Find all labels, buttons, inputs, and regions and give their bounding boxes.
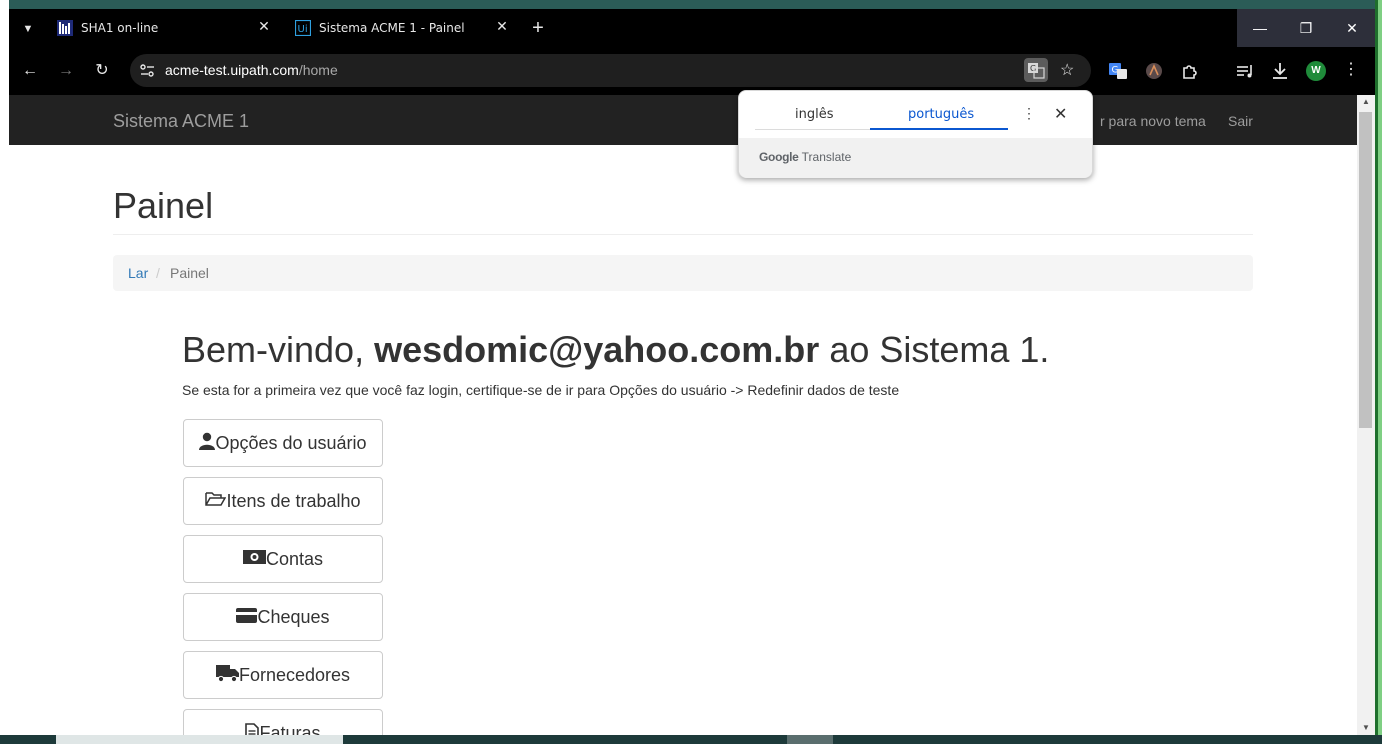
welcome-heading: Bem-vindo, wesdomic@yahoo.com.br ao Sist… [182,329,1049,371]
taskbar-item[interactable] [787,735,833,744]
translate-close-icon[interactable]: ✕ [1054,104,1067,124]
folder-open-icon [205,492,227,506]
action-label: Fornecedores [238,665,351,685]
reload-icon[interactable]: ↻ [90,59,114,83]
restore-icon[interactable]: ❐ [1283,9,1329,47]
breadcrumb: Lar / Painel [113,255,1253,291]
translate-popup: inglês português ⋮ ✕ Google Translate [738,90,1093,178]
sha1-favicon-icon [57,20,73,36]
site-info-icon[interactable] [139,62,156,79]
site-navbar: Sistema ACME 1 r para novo tema Sair [9,95,1357,145]
welcome-email: wesdomic@yahoo.com.br [374,329,820,370]
site-brand[interactable]: Sistema ACME 1 [113,111,249,132]
checks-button[interactable]: Cheques [183,593,383,641]
tab-title: Sistema ACME 1 - Painel [319,21,465,35]
credit-card-icon [236,607,258,623]
desktop-edge-right [1375,0,1382,744]
tab-close-icon[interactable]: ✕ [256,19,272,35]
bookmark-star-icon[interactable]: ☆ [1060,60,1074,80]
back-icon[interactable]: ← [18,59,42,83]
taskbar-item[interactable] [56,735,343,744]
welcome-suffix: ao Sistema 1. [829,329,1050,370]
file-icon [245,722,260,735]
tab-search-icon[interactable]: ▼ [17,18,39,40]
web-page: Sistema ACME 1 r para novo tema Sair Pai… [9,95,1375,735]
google-translate-extension-icon[interactable]: G [1107,60,1129,82]
work-items-button[interactable]: Itens de trabalho [183,477,383,525]
window-controls: — ❐ ✕ [1237,9,1375,47]
action-label: Faturas [259,723,321,735]
translate-options-icon[interactable]: ⋮ [1022,105,1036,122]
uipath-favicon-icon: Ui [295,20,311,36]
page-scrollbar[interactable]: ▲ ▼ [1357,95,1375,735]
action-label: Contas [265,549,324,569]
forward-icon[interactable]: → [54,59,78,83]
extension-badge-icon[interactable] [1143,60,1165,82]
download-icon[interactable] [1269,60,1291,82]
new-tab-icon[interactable]: + [527,17,549,39]
extensions-puzzle-icon[interactable] [1179,60,1201,82]
translate-active-indicator [870,128,1008,130]
minimize-icon[interactable]: — [1237,9,1283,47]
user-icon [199,433,216,451]
tab-close-icon[interactable]: ✕ [494,19,510,35]
invoices-button[interactable]: Faturas [183,709,383,735]
nav-item-theme[interactable]: r para novo tema [1100,113,1206,129]
welcome-prefix: Bem-vindo, [182,329,365,370]
translate-source-language-tab[interactable]: inglês [795,107,834,122]
tab-sha1[interactable]: SHA1 on-line ✕ [47,9,282,47]
breadcrumb-home-link[interactable]: Lar [128,265,148,281]
translate-footer: Google Translate [739,138,1092,178]
action-label: Itens de trabalho [226,491,361,511]
desktop-edge-left [0,0,9,744]
money-icon [242,550,266,565]
breadcrumb-current: Painel [170,265,209,281]
translate-icon[interactable]: G [1024,58,1048,82]
profile-avatar[interactable]: W [1306,61,1326,81]
browser-window: ▼ SHA1 on-line ✕ Ui Sistema ACME 1 - Pai… [9,9,1375,735]
welcome-note: Se esta for a primeira vez que você faz … [182,382,900,398]
tab-sistema-acme[interactable]: Ui Sistema ACME 1 - Painel ✕ [285,9,520,47]
truck-icon [215,664,239,682]
user-options-button[interactable]: Opções do usuário [183,419,383,467]
tab-title: SHA1 on-line [81,21,159,35]
page-title: Painel [113,185,214,226]
title-divider [113,234,1253,235]
scroll-up-icon[interactable]: ▲ [1357,95,1375,109]
browser-toolbar: ← → ↻ acme-test.uipath.com/home G ☆ G W … [9,47,1375,95]
scrollbar-thumb[interactable] [1359,112,1372,428]
svg-text:Ui: Ui [298,24,308,35]
media-controls-icon[interactable] [1234,60,1256,82]
window-close-icon[interactable]: ✕ [1329,9,1375,47]
browser-menu-icon[interactable]: ⋮ [1342,59,1360,79]
translate-target-language-tab[interactable]: português [908,107,974,122]
accounts-button[interactable]: Contas [183,535,383,583]
url-text: acme-test.uipath.com/home [165,62,338,78]
action-label: Cheques [257,607,330,627]
scroll-down-icon[interactable]: ▼ [1357,721,1375,735]
breadcrumb-separator: / [156,265,160,281]
action-label: Opções do usuário [215,433,367,453]
suppliers-button[interactable]: Fornecedores [183,651,383,699]
google-translate-logo: Google Translate [759,150,852,164]
taskbar [0,735,1382,744]
address-bar[interactable]: acme-test.uipath.com/home G ☆ [130,54,1091,87]
nav-item-logout[interactable]: Sair [1228,113,1253,129]
tab-strip: ▼ SHA1 on-line ✕ Ui Sistema ACME 1 - Pai… [9,9,1375,47]
